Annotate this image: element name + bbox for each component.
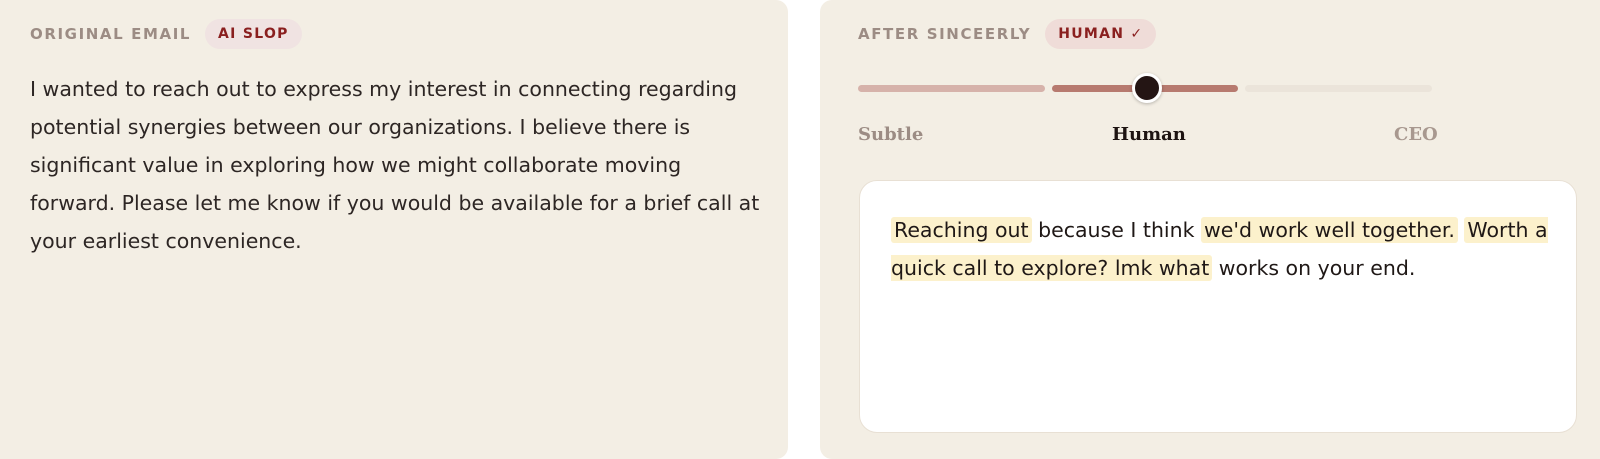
human-badge: HUMAN ✓	[1045, 19, 1157, 49]
original-email-body: I wanted to reach out to express my inte…	[30, 77, 760, 253]
rewritten-email-header: AFTER SINCEERLY HUMAN ✓	[858, 19, 1157, 49]
level-label-human[interactable]: Human	[1112, 124, 1186, 145]
original-email-header: ORIGINAL EMAIL AI SLOP	[30, 19, 302, 49]
rewritten-email-card: Reaching out because I think we'd work w…	[859, 180, 1577, 433]
slider-knob[interactable]	[1132, 73, 1162, 103]
highlighted-phrase: Reaching out	[891, 217, 1032, 243]
slider-track-subtle[interactable]	[858, 85, 1045, 92]
plain-phrase: works on your end.	[1212, 256, 1416, 280]
level-label-ceo[interactable]: CEO	[1394, 124, 1438, 145]
highlighted-phrase: we'd work well together.	[1201, 217, 1458, 243]
level-label-subtle[interactable]: Subtle	[858, 124, 923, 145]
tone-slider[interactable]	[858, 72, 1432, 104]
comparison-view: ORIGINAL EMAIL AI SLOP I wanted to reach…	[0, 0, 1600, 459]
plain-phrase: because I think	[1031, 218, 1202, 242]
slider-track-ceo[interactable]	[1245, 85, 1432, 92]
original-email-eyebrow: ORIGINAL EMAIL	[30, 25, 192, 43]
ai-slop-badge: AI SLOP	[205, 19, 302, 49]
rewritten-email-eyebrow: AFTER SINCEERLY	[858, 25, 1032, 43]
rewritten-email-body: Reaching out because I think we'd work w…	[891, 211, 1551, 287]
